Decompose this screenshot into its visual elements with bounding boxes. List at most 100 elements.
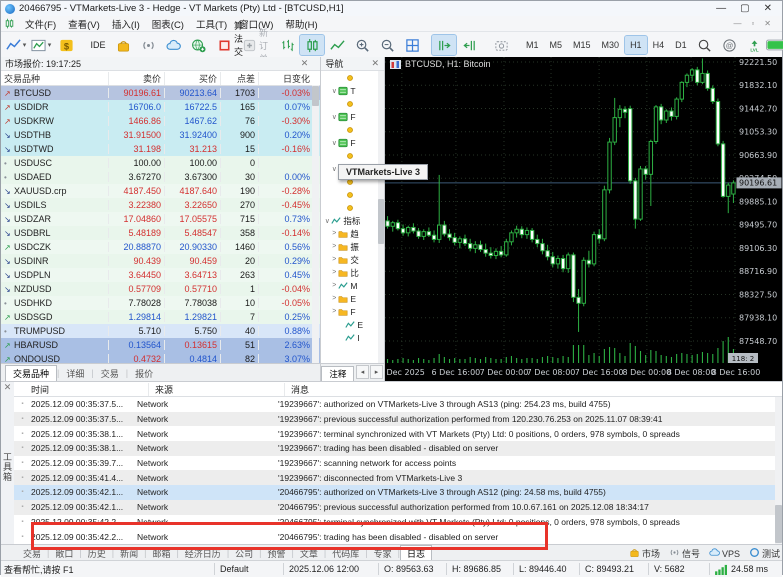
- market-watch-scrollbar[interactable]: [312, 85, 319, 363]
- navigator-item-E[interactable]: >E: [321, 292, 384, 305]
- toolbox-tab-codebase[interactable]: 代码库: [326, 546, 365, 561]
- vps-button[interactable]: [161, 35, 185, 55]
- navigator-item-account-0[interactable]: [321, 71, 384, 84]
- tree-expander-icon[interactable]: >: [330, 243, 338, 250]
- timeframe-m30-button[interactable]: M30: [597, 36, 625, 54]
- market-watch-col-spread[interactable]: 点差: [221, 72, 259, 85]
- signals-button[interactable]: [136, 35, 160, 55]
- chart-shift-button[interactable]: [457, 35, 481, 55]
- lvl-button[interactable]: LVL: [743, 35, 767, 55]
- market-watch-row-USDIDR[interactable]: ↗USDIDR16706.016722.51650.07%: [1, 100, 320, 114]
- zoom-out-button[interactable]: [375, 35, 399, 55]
- auto-scroll-button[interactable]: [432, 35, 456, 55]
- navigator-item-account-6[interactable]: [321, 149, 384, 162]
- market-watch-row-HBARUSD[interactable]: ↗HBARUSD0.135640.13615512.63%: [1, 338, 320, 352]
- status-ping[interactable]: 24.58 ms: [709, 563, 782, 575]
- journal-row[interactable]: ▪2025.12.09 00:35:42.1...Network'2046679…: [14, 500, 782, 515]
- menu-item-insert[interactable]: 插入(I): [106, 17, 146, 31]
- line-chart-mode-button[interactable]: [325, 35, 349, 55]
- navigator-item-account-4[interactable]: [321, 123, 384, 136]
- status-link-market[interactable]: 市场: [629, 547, 660, 560]
- market-watch-row-USDKRW[interactable]: ↗USDKRW1466.861467.6276-0.30%: [1, 114, 320, 128]
- maximize-button[interactable]: ▢: [740, 3, 749, 14]
- toolbox-tab-calendar[interactable]: 经济日历: [179, 546, 227, 561]
- navigator-item-E[interactable]: E: [321, 318, 384, 331]
- algo-trading-button[interactable]: 算法交易: [218, 35, 242, 55]
- market-watch-tab-details[interactable]: 详细: [59, 366, 91, 381]
- navigator-close-icon[interactable]: ✕: [371, 58, 380, 69]
- journal-row[interactable]: ▪2025.12.09 00:35:37.5...Network'1923966…: [14, 412, 782, 427]
- menu-item-help[interactable]: 帮助(H): [279, 17, 323, 31]
- market-watch-tab-trading[interactable]: 交易: [94, 366, 126, 381]
- market-watch-row-XAUUSD.crp[interactable]: ↘XAUUSD.crp4187.4504187.640190-0.28%: [1, 184, 320, 198]
- market-watch-col-ask[interactable]: 买价: [165, 72, 221, 85]
- navigator-item-振[interactable]: >振: [321, 240, 384, 253]
- market-watch-row-BTCUSD[interactable]: ↗BTCUSD90196.6190213.641703-0.03%: [1, 86, 320, 100]
- status-link-tester[interactable]: 测试: [749, 547, 780, 560]
- market-watch-row-TRUMPUSD[interactable]: •TRUMPUSD5.7105.750400.88%: [1, 324, 320, 338]
- journal-row[interactable]: ▪2025.12.09 00:35:41.4...Network'1923966…: [14, 470, 782, 485]
- status-link-vps[interactable]: VPS: [709, 547, 740, 559]
- nav-tab-scroll-left-icon[interactable]: ◂: [356, 365, 369, 379]
- tree-expander-icon[interactable]: ∨: [323, 217, 331, 225]
- tree-expander-icon[interactable]: ∨: [330, 113, 338, 121]
- journal-scrollbar[interactable]: [775, 397, 782, 545]
- child-restore-button[interactable]: ▫: [751, 19, 754, 28]
- zoom-in-button[interactable]: [350, 35, 374, 55]
- menu-item-file[interactable]: 文件(F): [19, 17, 62, 31]
- journal-row[interactable]: ▪2025.12.09 00:35:42.1...Network'2046679…: [14, 485, 782, 500]
- new-order-button[interactable]: 新订单: [243, 35, 267, 55]
- market-watch-row-USDINR[interactable]: ↘USDINR90.43990.459200.29%: [1, 254, 320, 268]
- screenshot-button[interactable]: [489, 35, 513, 55]
- market-watch-tab-ticks[interactable]: 报价: [128, 366, 160, 381]
- tree-expander-icon[interactable]: >: [330, 282, 338, 289]
- navigator-item-指标[interactable]: ∨指标: [321, 214, 384, 227]
- profiles-button[interactable]: ▾: [29, 35, 53, 55]
- close-button[interactable]: ✕: [764, 3, 772, 14]
- new-chart-button[interactable]: ▾: [4, 35, 28, 55]
- timeframe-m15-button[interactable]: M15: [568, 36, 596, 54]
- nav-tab-scroll-right-icon[interactable]: ▸: [370, 365, 383, 379]
- market-watch-row-USDZAR[interactable]: ↘USDZAR17.0486017.055757150.73%: [1, 212, 320, 226]
- toolbox-tab-journal[interactable]: 日志: [400, 545, 432, 561]
- journal-row[interactable]: ▪2025.12.09 00:35:38.1...Network'1923966…: [14, 441, 782, 456]
- market-watch-row-USDSGD[interactable]: ↗USDSGD1.298141.2982170.25%: [1, 310, 320, 324]
- tree-expander-icon[interactable]: >: [330, 295, 338, 302]
- navigator-item-F[interactable]: >F: [321, 305, 384, 318]
- market-watch-col-symbol[interactable]: 交易品种: [1, 72, 109, 85]
- timeframe-m5-button[interactable]: M5: [545, 36, 568, 54]
- toolbox-tab-company[interactable]: 公司: [229, 546, 259, 561]
- child-minimize-button[interactable]: —: [733, 19, 741, 28]
- tree-expander-icon[interactable]: ∨: [330, 87, 338, 95]
- navigator-tab-notes[interactable]: 注释: [321, 366, 354, 381]
- journal-row[interactable]: ▪2025.12.09 00:35:39.7...Network'1923966…: [14, 456, 782, 471]
- menu-item-tools[interactable]: 工具(T): [190, 17, 233, 31]
- market-watch-row-USDPLN[interactable]: ↘USDPLN3.644503.647132630.45%: [1, 268, 320, 282]
- market-watch-row-USDTHB[interactable]: ↘USDTHB31.9150031.924009000.20%: [1, 128, 320, 142]
- bar-chart-mode-button[interactable]: [275, 35, 299, 55]
- tree-expander-icon[interactable]: >: [330, 308, 338, 315]
- timeframe-m1-button[interactable]: M1: [521, 36, 544, 54]
- market-button[interactable]: [111, 35, 135, 55]
- navigator-item-I[interactable]: I: [321, 331, 384, 344]
- navigator-item-account-2[interactable]: [321, 97, 384, 110]
- market-watch-close-icon[interactable]: ✕: [301, 58, 317, 69]
- timeframe-h1-button[interactable]: H1: [625, 36, 647, 54]
- toolbox-tab-exposure[interactable]: 敞口: [49, 546, 79, 561]
- toolbox-tab-mailbox[interactable]: 邮箱: [146, 546, 176, 561]
- tree-expander-icon[interactable]: >: [330, 256, 338, 263]
- navigator-item-比[interactable]: >比: [321, 266, 384, 279]
- status-link-signals[interactable]: 信号: [669, 547, 700, 560]
- journal-row[interactable]: ▪2025.12.09 00:35:42.2...Network'2046679…: [14, 515, 782, 530]
- market-watch-row-USDAED[interactable]: •USDAED3.672703.67300300.00%: [1, 170, 320, 184]
- navigator-item-交[interactable]: >交: [321, 253, 384, 266]
- chart-window[interactable]: BTCUSD, H1: Bitcoin 92221.5091832.109144…: [385, 57, 782, 381]
- journal-row[interactable]: ▪2025.12.09 00:35:37.5...Network'1923966…: [14, 397, 782, 412]
- toolbox-tab-history[interactable]: 历史: [82, 546, 112, 561]
- market-watch-col-daily-change[interactable]: 日变化: [259, 72, 313, 85]
- tree-expander-icon[interactable]: >: [330, 230, 338, 237]
- navigator-item-account-9[interactable]: [321, 188, 384, 201]
- market-watch-row-USDHKD[interactable]: •USDHKD7.780287.7803810-0.05%: [1, 296, 320, 310]
- navigator-item-M[interactable]: >M: [321, 279, 384, 292]
- toolbox-tab-articles[interactable]: 文章: [294, 546, 324, 561]
